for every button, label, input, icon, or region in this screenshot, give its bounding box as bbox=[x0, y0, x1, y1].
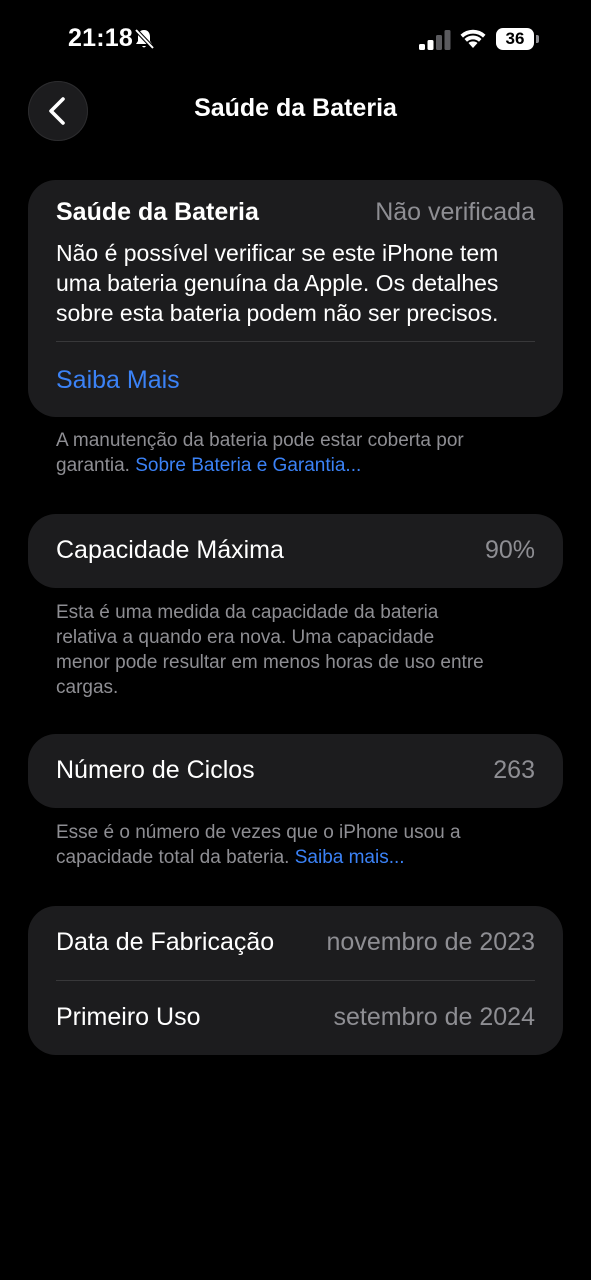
battery-icon: 36 bbox=[496, 28, 540, 50]
description-line: Não é possível verificar se este iPhone … bbox=[56, 240, 499, 266]
footnote-line: relativa a quando era nova. Uma capacida… bbox=[56, 627, 435, 648]
battery-level: 36 bbox=[496, 28, 534, 50]
footnote-line: cargas. bbox=[56, 677, 119, 698]
manufacture-date-value: novembro de 2023 bbox=[326, 928, 535, 956]
manufacture-date-label: Data de Fabricação bbox=[56, 928, 275, 956]
cycle-count-label: Número de Ciclos bbox=[56, 756, 255, 784]
footnote-line: Esta é uma medida da capacidade da bater… bbox=[56, 602, 439, 623]
cellular-signal-icon bbox=[419, 30, 451, 50]
cycle-footnote: Esse é o número de vezes que o iPhone us… bbox=[56, 820, 546, 870]
footnote-line: capacidade total da bateria. Saiba mais.… bbox=[56, 845, 546, 870]
maximum-capacity-value: 90% bbox=[484, 536, 535, 564]
footnote-line: Esse é o número de vezes que o iPhone us… bbox=[56, 822, 461, 843]
learn-more-link[interactable]: Saiba Mais bbox=[56, 366, 180, 395]
footnote-line: menor pode resultar em menos horas de us… bbox=[56, 652, 484, 673]
cycle-count-card: Número de Ciclos 263 bbox=[28, 734, 563, 808]
wifi-icon bbox=[460, 29, 486, 48]
battery-health-label: Saúde da Bateria bbox=[56, 198, 259, 226]
warranty-footnote: A manutenção da bateria pode estar cober… bbox=[56, 428, 546, 478]
footnote-text: capacidade total da bateria. bbox=[56, 847, 295, 868]
maximum-capacity-label: Capacidade Máxima bbox=[56, 536, 284, 564]
status-bar: 21:18 36 bbox=[0, 0, 591, 80]
capacity-footnote: Esta é uma medida da capacidade da bater… bbox=[56, 600, 546, 700]
dates-card: Data de Fabricação novembro de 2023 Prim… bbox=[28, 906, 563, 1055]
bell-slash-icon bbox=[134, 28, 155, 50]
page-title: Saúde da Bateria bbox=[194, 94, 397, 122]
battery-warranty-link[interactable]: Sobre Bateria e Garantia... bbox=[135, 455, 361, 476]
cycle-count-value: 263 bbox=[493, 756, 535, 784]
footnote-line: garantia. Sobre Bateria e Garantia... bbox=[56, 453, 546, 478]
cycles-learn-more-link[interactable]: Saiba mais... bbox=[295, 847, 405, 868]
divider bbox=[56, 341, 535, 342]
maximum-capacity-card: Capacidade Máxima 90% bbox=[28, 514, 563, 588]
battery-tip bbox=[536, 35, 539, 43]
battery-health-status: Não verificada bbox=[375, 198, 535, 226]
footnote-line: A manutenção da bateria pode estar cober… bbox=[56, 430, 464, 451]
description-line: sobre esta bateria podem não ser preciso… bbox=[56, 300, 499, 326]
status-time: 21:18 bbox=[68, 24, 133, 52]
description-line: uma bateria genuína da Apple. Os detalhe… bbox=[56, 270, 499, 296]
battery-health-card: Saúde da Bateria Não verificada Não é po… bbox=[28, 180, 563, 417]
first-use-label: Primeiro Uso bbox=[56, 1003, 201, 1031]
first-use-value: setembro de 2024 bbox=[333, 1003, 535, 1031]
battery-health-description: Não é possível verificar se este iPhone … bbox=[56, 238, 546, 328]
divider bbox=[56, 980, 535, 981]
footnote-text: garantia. bbox=[56, 455, 136, 476]
